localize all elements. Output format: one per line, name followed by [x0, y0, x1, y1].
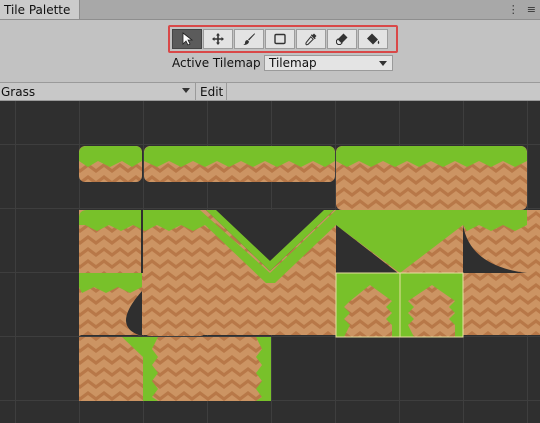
tab-title: Tile Palette [4, 2, 71, 17]
box-fill-tool-button[interactable] [265, 29, 295, 49]
arrow-cursor-icon [182, 32, 194, 46]
tile-row-4[interactable] [79, 337, 271, 401]
rectangle-icon [274, 33, 286, 45]
edit-palette-button[interactable]: Edit [197, 83, 227, 100]
palette-name: Grass [1, 84, 36, 99]
tile-palette-canvas[interactable] [0, 101, 540, 423]
erase-tool-button[interactable] [327, 29, 357, 49]
active-tilemap-label: Active Tilemap [172, 56, 261, 70]
window-titlebar: Tile Palette ⋮ ≡ [0, 0, 540, 20]
chevron-down-icon [379, 61, 387, 66]
palette-bar: Grass Edit [0, 82, 540, 101]
palette-dropdown[interactable]: Grass [0, 83, 196, 100]
tool-toolbar [168, 25, 398, 53]
eyedropper-icon [305, 33, 317, 46]
eraser-icon [336, 33, 348, 45]
paint-brush-tool-button[interactable] [234, 29, 264, 49]
select-tool-button[interactable] [172, 29, 202, 49]
window-menu-icon[interactable]: ≡ [527, 3, 536, 16]
more-vert-icon[interactable]: ⋮ [508, 3, 519, 16]
active-tilemap-row: Active Tilemap [172, 55, 261, 71]
move-tool-button[interactable] [203, 29, 233, 49]
window-menu: ⋮ ≡ [508, 0, 536, 19]
edit-label: Edit [200, 84, 224, 99]
tile-row-1[interactable] [79, 146, 527, 210]
flood-fill-tool-button[interactable] [358, 29, 388, 49]
chevron-down-icon [182, 88, 190, 93]
active-tilemap-dropdown[interactable]: Tilemap [264, 55, 393, 71]
tile-palette-grid[interactable] [0, 101, 540, 423]
paint-brush-icon [243, 33, 255, 46]
move-icon [212, 33, 224, 45]
tab-tile-palette[interactable]: Tile Palette [0, 0, 80, 19]
picker-tool-button[interactable] [296, 29, 326, 49]
paint-bucket-icon [367, 33, 380, 45]
active-tilemap-value: Tilemap [269, 56, 317, 70]
